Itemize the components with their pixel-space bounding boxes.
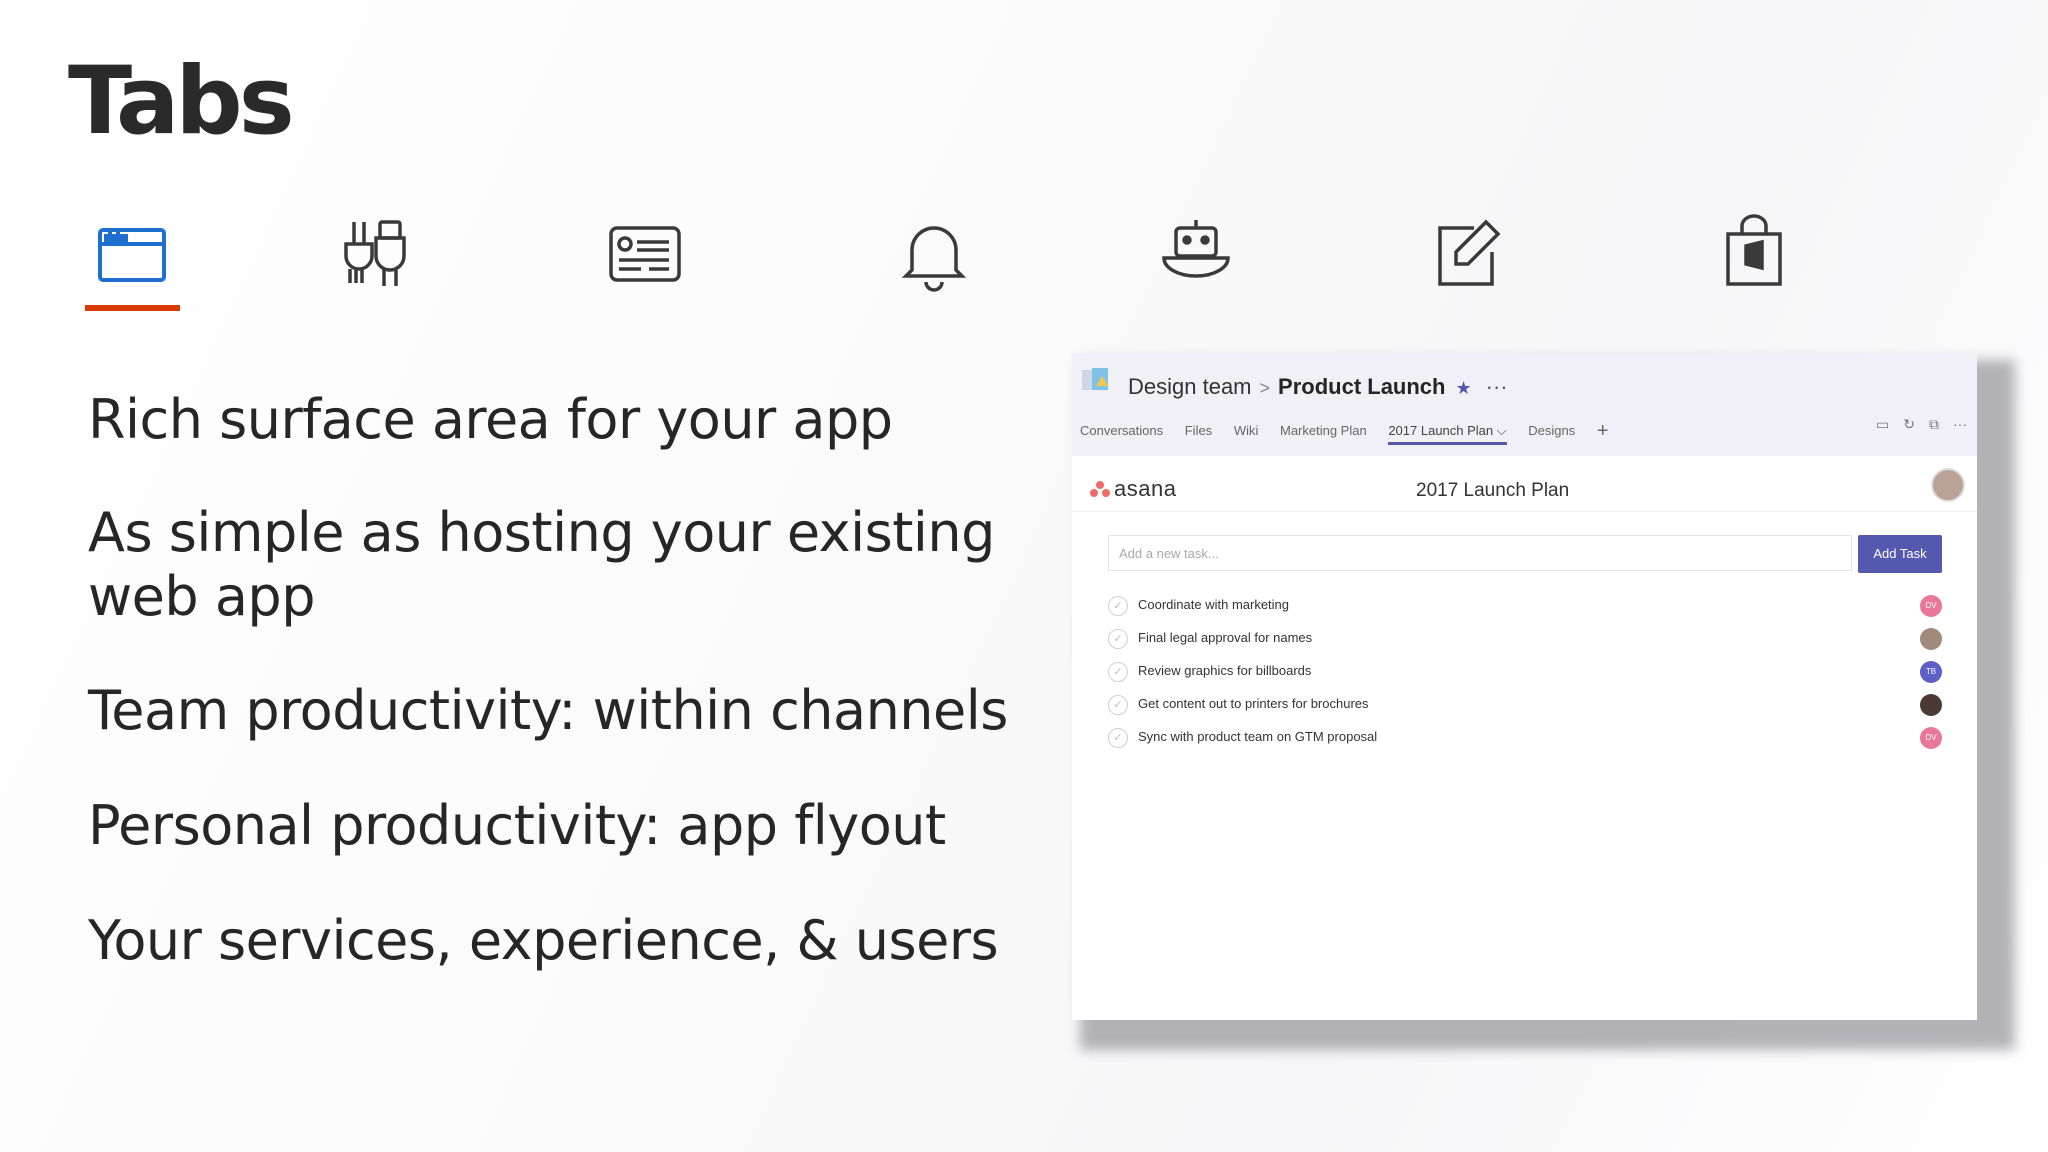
bullet-personal-productivity: Personal productivity: app flyout xyxy=(88,794,946,857)
bullet-your-services: Your services, experience, & users xyxy=(88,909,999,972)
task-label: Get content out to printers for brochure… xyxy=(1138,696,1369,711)
task-row[interactable]: ✓ Review graphics for billboards TB xyxy=(1108,657,1942,687)
task-check-icon[interactable]: ✓ xyxy=(1108,662,1128,682)
asana-logo: asana xyxy=(1090,476,1176,502)
bullet-team-productivity: Team productivity: within channels xyxy=(88,679,1008,742)
notification-bell-icon[interactable] xyxy=(886,206,982,302)
connector-icon[interactable] xyxy=(326,206,422,302)
office-store-icon[interactable] xyxy=(1706,206,1802,302)
breadcrumb-team[interactable]: Design team xyxy=(1128,374,1252,399)
plan-title: 2017 Launch Plan xyxy=(1416,480,1570,501)
assignee-avatar xyxy=(1920,694,1942,716)
new-task-input[interactable]: Add a new task... xyxy=(1108,535,1852,571)
task-check-icon[interactable]: ✓ xyxy=(1108,596,1128,616)
slide-title: Tabs xyxy=(68,47,295,156)
user-avatar[interactable] xyxy=(1931,468,1965,502)
assignee-avatar: DV xyxy=(1920,595,1942,617)
card-icon[interactable] xyxy=(597,206,693,302)
add-tab-icon[interactable]: + xyxy=(1597,420,1609,443)
asana-header: asana 2017 Launch Plan xyxy=(1072,456,1977,512)
bot-icon[interactable] xyxy=(1148,206,1244,302)
task-label: Final legal approval for names xyxy=(1138,630,1313,645)
tab-wiki[interactable]: Wiki xyxy=(1234,423,1259,438)
header-actions: ▭ ↻ ⧉ ··· xyxy=(1876,416,1967,433)
more-options-icon[interactable]: ··· xyxy=(1486,374,1508,399)
active-tab-indicator xyxy=(85,305,180,311)
add-task-button[interactable]: Add Task xyxy=(1858,535,1942,573)
tab-files[interactable]: Files xyxy=(1185,423,1212,438)
more-icon[interactable]: ··· xyxy=(1953,416,1967,433)
task-label: Review graphics for billboards xyxy=(1138,663,1312,678)
task-row[interactable]: ✓ Sync with product team on GTM proposal… xyxy=(1108,723,1942,753)
teams-screenshot: Design team > Product Launch ★ ··· Conversat… xyxy=(1072,354,1977,1020)
task-row[interactable]: ✓ Final legal approval for names xyxy=(1108,624,1942,654)
channel-tabs: Conversations Files Wiki Marketing Plan … xyxy=(1080,420,1627,445)
bullet-rich-surface: Rich surface area for your app xyxy=(88,388,893,451)
bullet-simple-hosting: As simple as hosting your existing web a… xyxy=(88,501,995,628)
chat-icon[interactable]: ▭ xyxy=(1876,416,1889,433)
breadcrumb: Design team > Product Launch ★ ··· xyxy=(1128,374,1508,400)
tab-icon[interactable] xyxy=(84,206,180,302)
task-check-icon[interactable]: ✓ xyxy=(1108,695,1128,715)
assignee-avatar: TB xyxy=(1920,661,1942,683)
channel-header: Design team > Product Launch ★ ··· Conversat… xyxy=(1072,354,1977,456)
tab-2017-launch-plan[interactable]: 2017 Launch Plan ⌵ xyxy=(1388,423,1507,445)
asana-logo-icon xyxy=(1090,481,1110,497)
task-label: Coordinate with marketing xyxy=(1138,597,1290,612)
task-row[interactable]: ✓ Get content out to printers for brochu… xyxy=(1108,690,1942,720)
refresh-icon[interactable]: ↻ xyxy=(1903,416,1915,433)
tab-marketing-plan[interactable]: Marketing Plan xyxy=(1280,423,1367,438)
popout-icon[interactable]: ⧉ xyxy=(1929,416,1939,433)
task-check-icon[interactable]: ✓ xyxy=(1108,728,1128,748)
breadcrumb-channel[interactable]: Product Launch xyxy=(1278,374,1445,399)
assignee-avatar: DV xyxy=(1920,727,1942,749)
compose-extension-icon[interactable] xyxy=(1418,206,1514,302)
asana-wordmark: asana xyxy=(1114,476,1177,501)
breadcrumb-separator: > xyxy=(1259,378,1271,398)
task-row[interactable]: ✓ Coordinate with marketing DV xyxy=(1108,591,1942,621)
assignee-avatar xyxy=(1920,628,1942,650)
favorite-star-icon[interactable]: ★ xyxy=(1455,378,1471,398)
tab-conversations[interactable]: Conversations xyxy=(1080,423,1163,438)
tab-designs[interactable]: Designs xyxy=(1528,423,1575,438)
team-avatar-icon xyxy=(1082,368,1108,390)
task-label: Sync with product team on GTM proposal xyxy=(1138,729,1378,744)
task-check-icon[interactable]: ✓ xyxy=(1108,629,1128,649)
